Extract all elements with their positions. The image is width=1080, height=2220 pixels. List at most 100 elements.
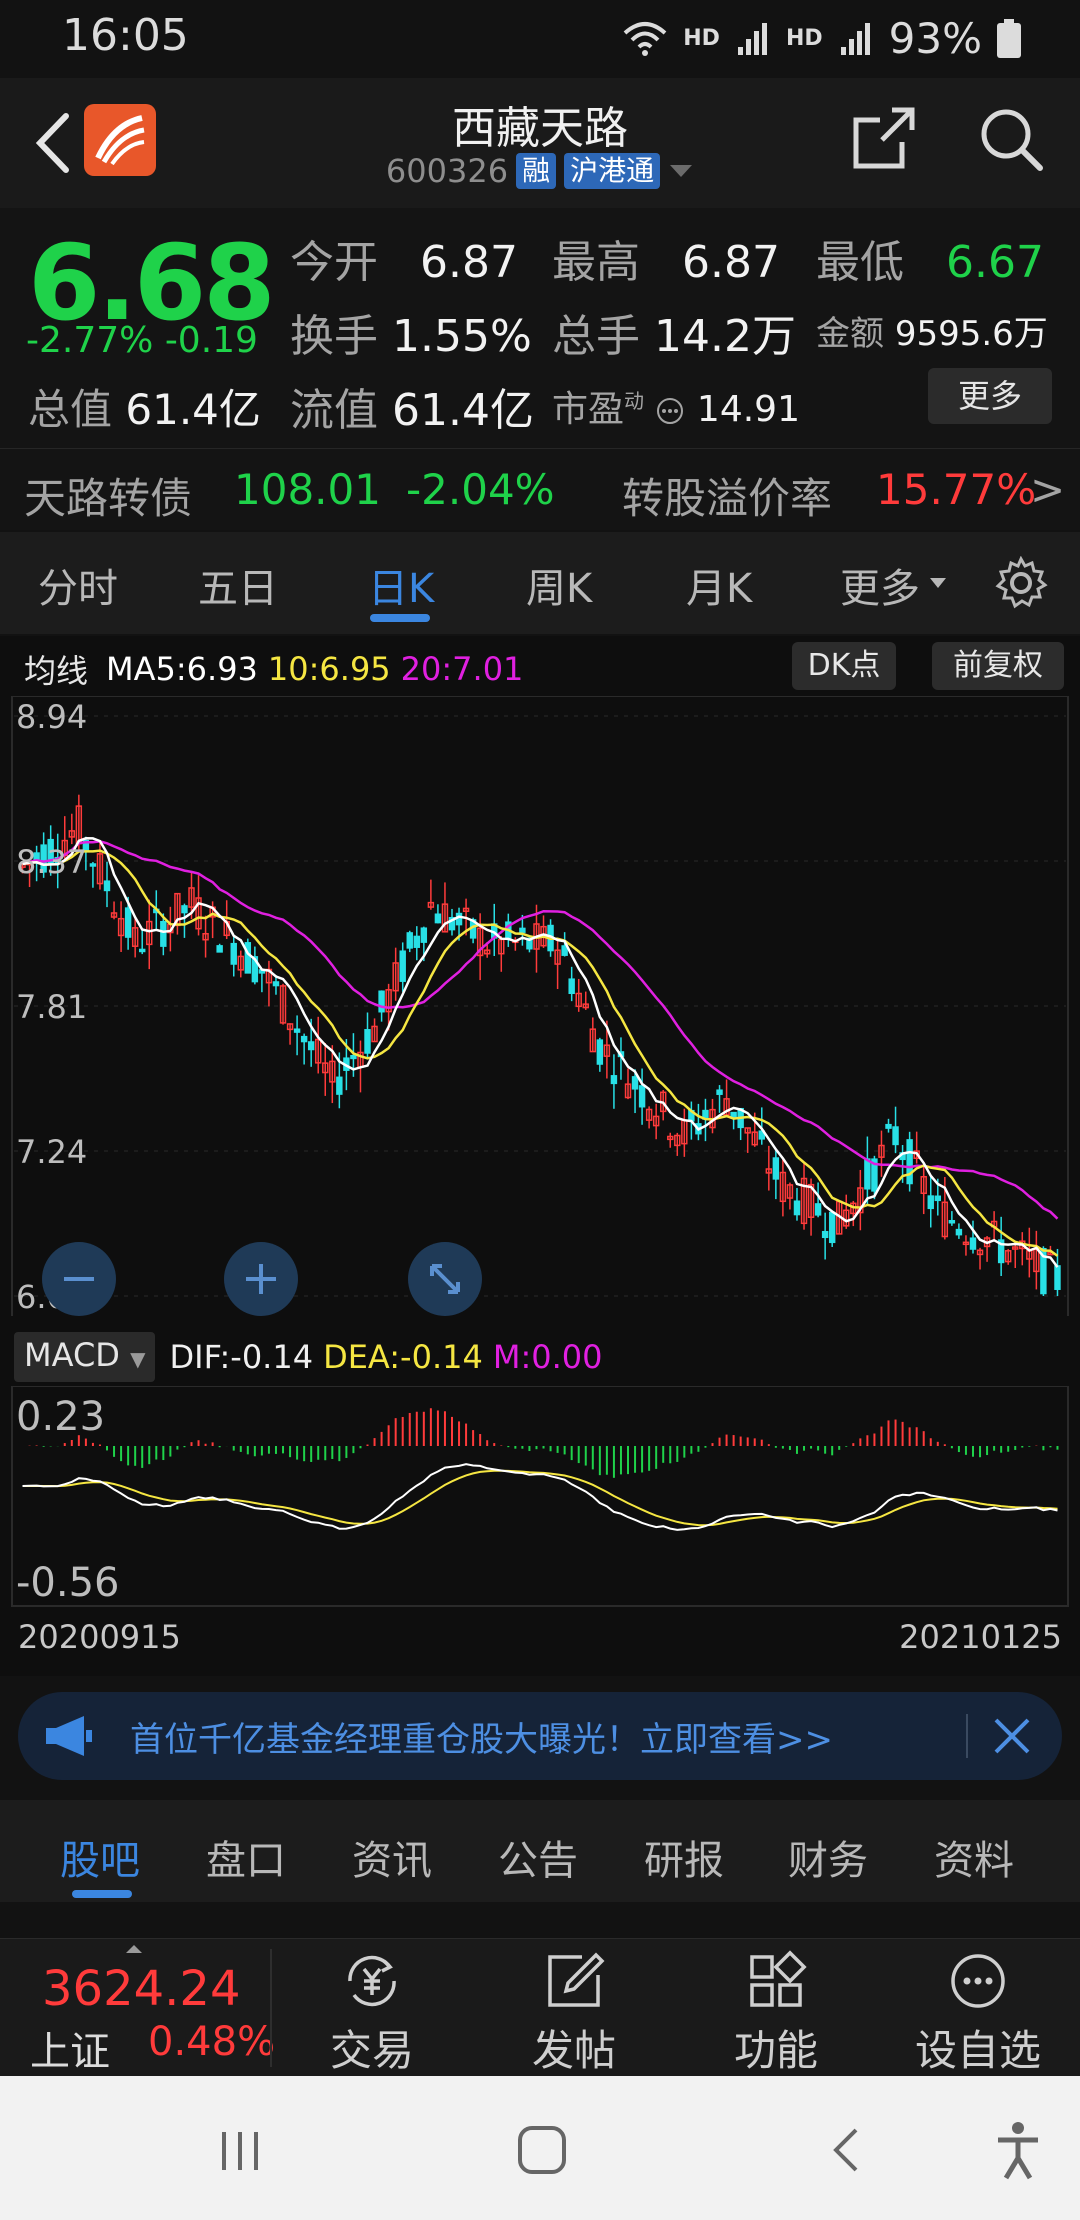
low-price: 最低 6.67 xyxy=(816,226,1044,290)
more-button[interactable]: 更多 xyxy=(928,368,1052,424)
candle-down xyxy=(413,935,421,948)
tab-five-day[interactable]: 五日 xyxy=(198,556,278,614)
close-icon[interactable] xyxy=(988,1712,1036,1760)
grid-icon xyxy=(750,1950,807,2007)
tab-profile[interactable]: 资料 xyxy=(934,1828,1014,1886)
share-icon[interactable] xyxy=(852,106,916,170)
market-cap: 总值 61.4亿 xyxy=(28,376,261,437)
signal-icon-2 xyxy=(840,22,870,55)
y-tick-label: 7.81 xyxy=(16,988,87,1026)
candle-down xyxy=(103,880,111,892)
chevron-right-icon: > xyxy=(1030,465,1066,514)
active-info-tab-indicator xyxy=(72,1890,132,1898)
gear-icon[interactable] xyxy=(994,556,1048,610)
tab-announcements[interactable]: 公告 xyxy=(498,1828,578,1886)
macd-chart[interactable]: 0.23 -0.56 xyxy=(0,1386,1080,1608)
tab-monthly-k[interactable]: 月K xyxy=(686,556,752,614)
recent-apps-icon[interactable] xyxy=(218,2128,264,2174)
tab-daily-k[interactable]: 日K xyxy=(368,556,434,614)
status-time: 16:05 xyxy=(62,10,189,61)
nav-functions[interactable]: 功能 xyxy=(706,1949,846,2078)
amount-label: 金额 xyxy=(816,314,884,354)
minus-icon xyxy=(64,1277,94,1281)
candle-down xyxy=(399,950,406,982)
candle-down xyxy=(596,1039,604,1065)
candle-down xyxy=(420,927,428,943)
tab-more[interactable]: 更多 xyxy=(840,556,920,614)
search-icon[interactable] xyxy=(978,106,1044,172)
dk-point-button[interactable]: DK点 xyxy=(792,642,896,690)
fullscreen-button[interactable] xyxy=(408,1242,482,1316)
candle-down xyxy=(892,1126,899,1146)
turnover-label: 换手 xyxy=(290,311,378,362)
price-adjust-button[interactable]: 前复权 xyxy=(932,642,1064,690)
candle-down xyxy=(821,1230,829,1239)
convertible-bond-row[interactable]: 天路转债 108.01 -2.04% 转股溢价率 15.77% > xyxy=(0,448,1080,530)
index-name: 上证 xyxy=(30,2029,110,2075)
macd-legend: MACD ▼ DIF:-0.14 DEA:-0.14 M:0.00 xyxy=(14,1332,602,1382)
plus-icon xyxy=(246,1264,276,1294)
market-cap-label: 总值 xyxy=(28,385,113,434)
tab-forum[interactable]: 股吧 xyxy=(60,1828,140,1886)
stock-header: 西藏天路 600326 融 沪港通 xyxy=(0,78,1080,208)
candle-down xyxy=(300,1035,308,1043)
stock-code-row[interactable]: 600326 融 沪港通 xyxy=(0,152,1080,190)
info-tabs: 股吧 盘口 资讯 公告 研报 财务 资料 xyxy=(0,1800,1080,1902)
hd-badge: HD xyxy=(683,26,720,51)
ma20-value: 20:7.01 xyxy=(400,650,524,688)
candle-down xyxy=(864,1158,871,1190)
amount: 金额 9595.6万 xyxy=(816,306,1048,355)
yuan-exchange-icon xyxy=(348,1955,396,2007)
index-percent: 0.48% xyxy=(148,2019,276,2065)
indicator-select[interactable]: MACD ▼ xyxy=(14,1332,156,1382)
pe-value: 14.91 xyxy=(696,389,800,430)
y-tick-label: 8.37 xyxy=(16,843,87,881)
tab-financials[interactable]: 财务 xyxy=(788,1828,868,1886)
candle-down xyxy=(885,1123,892,1129)
candle-down xyxy=(230,942,237,965)
back-nav-icon[interactable] xyxy=(826,2126,866,2174)
system-nav-bar xyxy=(0,2076,1080,2220)
tab-intraday[interactable]: 分时 xyxy=(38,556,118,614)
accessibility-icon[interactable] xyxy=(994,2120,1042,2180)
kline-chart[interactable]: 8.948.377.817.246.67 xyxy=(0,696,1080,1316)
battery-percent: 93% xyxy=(888,14,982,63)
tab-research[interactable]: 研报 xyxy=(644,1828,724,1886)
chart-period-tabs: 分时 五日 日K 周K 月K 更多 xyxy=(0,532,1080,634)
candle-down xyxy=(955,1228,963,1236)
battery-icon xyxy=(997,18,1021,58)
zoom-in-button[interactable] xyxy=(224,1242,298,1316)
promo-banner[interactable]: 首位千亿基金经理重仓股大曝光！立即查看>> xyxy=(18,1692,1062,1780)
expand-icon xyxy=(430,1264,460,1294)
macd-top-tick: 0.23 xyxy=(16,1394,105,1440)
nav-trade[interactable]: 交易 xyxy=(302,1949,442,2078)
nav-add-watchlist[interactable]: 设自选 xyxy=(908,1949,1048,2078)
candle-down xyxy=(244,942,252,974)
zoom-out-button[interactable] xyxy=(42,1242,116,1316)
home-icon[interactable] xyxy=(516,2124,568,2176)
nav-post[interactable]: 发帖 xyxy=(504,1949,644,2078)
candle-down xyxy=(455,912,463,926)
y-tick-label: 8.94 xyxy=(16,698,87,736)
candle-down xyxy=(969,1237,977,1250)
indicator-select-label: MACD xyxy=(24,1336,120,1374)
candle-down xyxy=(350,1054,357,1060)
ma10-value: 10:6.95 xyxy=(267,650,391,688)
candle-down xyxy=(216,945,223,953)
banner-text[interactable]: 首位千亿基金经理重仓股大曝光！立即查看>> xyxy=(130,1712,833,1761)
tab-order-book[interactable]: 盘口 xyxy=(206,1828,286,1886)
tab-news[interactable]: 资讯 xyxy=(352,1828,432,1886)
high-label: 最高 xyxy=(552,237,640,288)
kline-chart-area: 均线 MA5:6.93 10:6.95 20:7.01 DK点 前复权 8.94… xyxy=(0,636,1080,1676)
macd-bottom-tick: -0.56 xyxy=(16,1560,120,1606)
candle-down xyxy=(828,1211,836,1244)
turnover-value: 1.55% xyxy=(392,311,532,362)
wifi-icon xyxy=(623,21,667,56)
candle-down xyxy=(272,981,280,987)
bond-change-pct: -2.04% xyxy=(406,465,555,514)
status-icons: HD HD 93% xyxy=(621,14,1022,63)
status-bar: 16:05 HD HD 93% xyxy=(0,0,1080,78)
tab-weekly-k[interactable]: 周K xyxy=(526,556,592,614)
index-value[interactable]: 3624.24 xyxy=(42,1961,241,2017)
hd-badge-2: HD xyxy=(785,26,823,51)
